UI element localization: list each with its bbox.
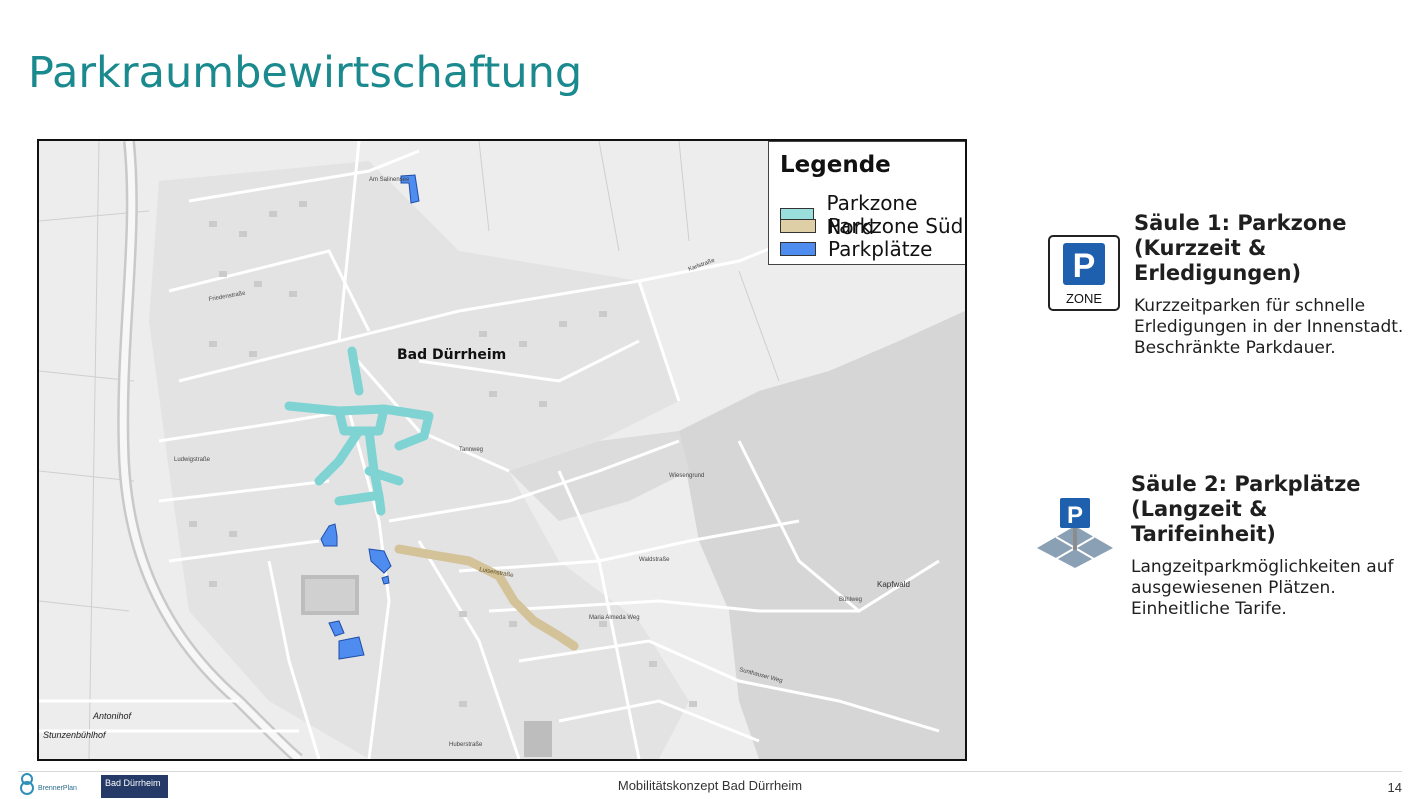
street-label: Huberstraße	[449, 742, 483, 748]
pillar-1-title-line2: (Kurzzeit & Erledigungen)	[1134, 236, 1302, 285]
pillar-2-desc-line: ausgewiesenen Plätzen.	[1131, 578, 1336, 598]
legend-label: Parkplätze	[828, 237, 933, 261]
street-label: Tannweg	[459, 447, 483, 453]
place-label: Stunzenbühlhof	[43, 730, 107, 740]
pillar-2-description: Langzeitparkmöglichkeiten auf ausgewiese…	[1131, 557, 1411, 620]
pillar-1-description: Kurzzeitparken für schnelle Erledigungen…	[1134, 296, 1404, 359]
pillar-1-desc-line: Kurzzeitparken für schnelle	[1134, 296, 1366, 316]
map: Bad Dürrheim Stunzenbühlhof Antonihof Ka…	[37, 139, 967, 761]
legend-label: Parkzone Süd	[828, 214, 964, 238]
street-label: Waldstraße	[639, 557, 670, 563]
street-label: Maria Almeda Weg	[589, 615, 640, 621]
street-label: Am Salinensee	[369, 177, 410, 183]
footer-title: Mobilitätskonzept Bad Dürrheim	[617, 778, 803, 793]
parking-letter: P	[1067, 502, 1083, 529]
pillar-1-desc-line: Beschränkte Parkdauer.	[1134, 338, 1336, 358]
pillar-2-desc-line: Langzeitparkmöglichkeiten auf	[1131, 557, 1394, 577]
slide-title: Parkraumbewirtschaftung	[28, 48, 583, 98]
zone-label: ZONE	[1066, 291, 1102, 306]
parking-letter: P	[1073, 247, 1096, 285]
footer-divider	[18, 771, 1402, 772]
legend-swatch	[780, 219, 816, 233]
legend-item-parkplaetze: Parkplätze	[780, 237, 932, 261]
place-label: Antonihof	[92, 711, 133, 721]
town-label: Bad Dürrheim	[397, 347, 506, 363]
legend-swatch	[780, 242, 816, 256]
street-label: Ludwigstraße	[174, 457, 211, 463]
page-number: 14	[1387, 780, 1402, 795]
pillar-1: Säule 1: Parkzone (Kurzzeit & Erledigung…	[1134, 211, 1404, 359]
legend-title: Legende	[780, 152, 891, 178]
parking-lot-icon: P	[1037, 498, 1113, 568]
parking-zone-sign-icon: P ZONE	[1048, 235, 1120, 311]
pillar-2-desc-line: Einheitliche Tarife.	[1131, 599, 1287, 619]
map-legend: Legende Parkzone Nord Parkzone Süd Parkp…	[768, 141, 965, 265]
pillar-2: Säule 2: Parkplätze (Langzeit & Tarifein…	[1131, 472, 1411, 620]
pillar-2-title-line2: (Langzeit & Tarifeinheit)	[1131, 497, 1276, 546]
legend-item-parkzone-sued: Parkzone Süd	[780, 214, 963, 238]
place-label: Kapfwald	[877, 580, 910, 589]
street-label: Bühlweg	[839, 597, 862, 603]
street-label: Wiesengrund	[669, 473, 704, 479]
pillar-2-title-line1: Säule 2: Parkplätze	[1131, 472, 1361, 496]
pillar-1-title-line1: Säule 1: Parkzone	[1134, 211, 1347, 235]
pillar-1-desc-line: Erledigungen in der Innenstadt.	[1134, 317, 1404, 337]
